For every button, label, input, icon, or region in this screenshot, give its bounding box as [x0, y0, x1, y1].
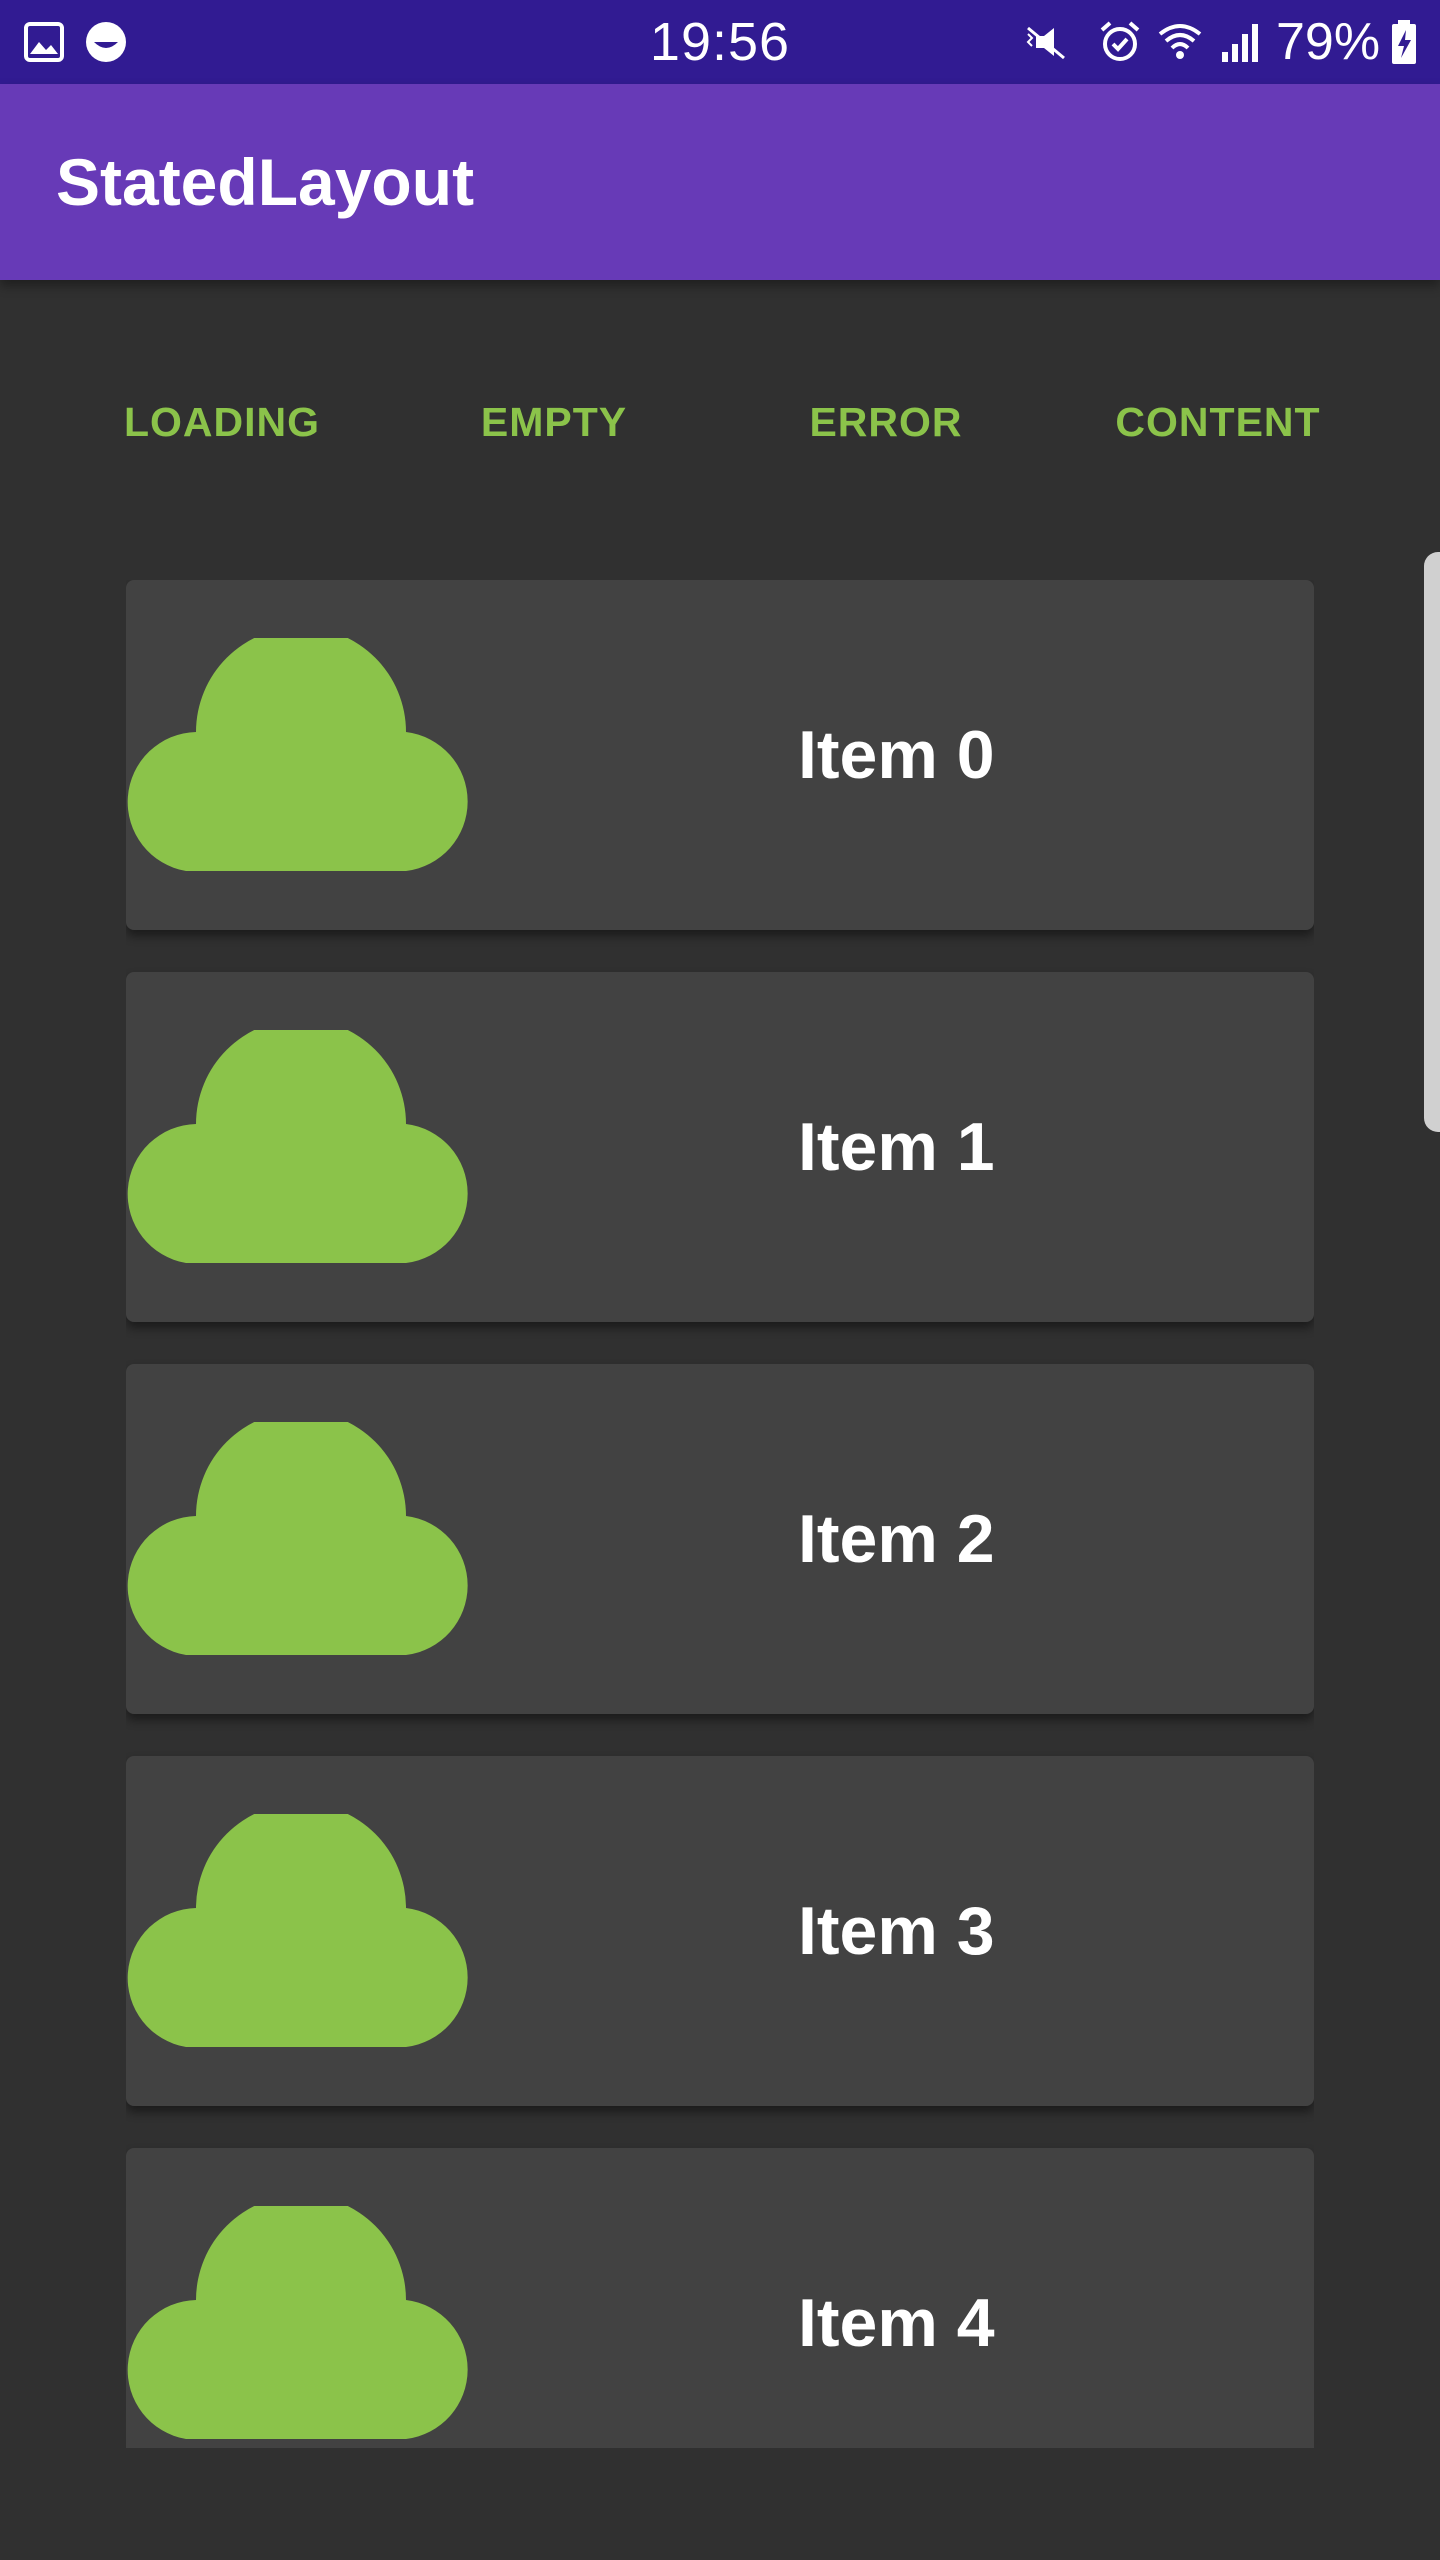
item-label: Item 1: [798, 1109, 995, 1185]
state-buttons: LOADING EMPTY ERROR CONTENT: [0, 360, 1440, 484]
app-title: StatedLayout: [56, 145, 475, 219]
list-item[interactable]: Item 2: [126, 1364, 1314, 1714]
cloud-icon: [127, 1030, 468, 1263]
cloud-icon: [127, 638, 468, 871]
app-bar: StatedLayout: [0, 84, 1440, 280]
alarm-icon: [1100, 21, 1140, 61]
item-label: Item 2: [798, 1501, 995, 1577]
cloud-icon: [127, 2206, 468, 2439]
loading-button[interactable]: LOADING: [56, 360, 388, 484]
list-item[interactable]: Item 3: [126, 1756, 1314, 2106]
list-item[interactable]: Item 4: [126, 2148, 1314, 2448]
mute-icon: [1026, 26, 1065, 60]
signal-icon: [1222, 24, 1258, 62]
cloud-icon: [127, 1422, 468, 1655]
scroll-handle[interactable]: [1424, 552, 1440, 1132]
item-label: Item 3: [798, 1893, 995, 1969]
item-label: Item 4: [798, 2285, 995, 2361]
empty-button[interactable]: EMPTY: [388, 360, 720, 484]
status-bar: 19:56 79%: [0, 0, 1440, 84]
list-item[interactable]: Item 1: [126, 972, 1314, 1322]
wifi-icon: [1158, 24, 1202, 59]
content-button[interactable]: CONTENT: [1052, 360, 1384, 484]
item-label: Item 0: [798, 717, 995, 793]
cloud-icon: [127, 1814, 468, 2047]
battery-charging-icon: [1392, 20, 1416, 64]
error-button[interactable]: ERROR: [720, 360, 1052, 484]
list-item[interactable]: Item 0: [126, 580, 1314, 930]
battery-percent: 79%: [1276, 13, 1381, 71]
item-list[interactable]: Item 0 Item 1 Item 2 Item 3 Item 4: [126, 580, 1314, 2448]
